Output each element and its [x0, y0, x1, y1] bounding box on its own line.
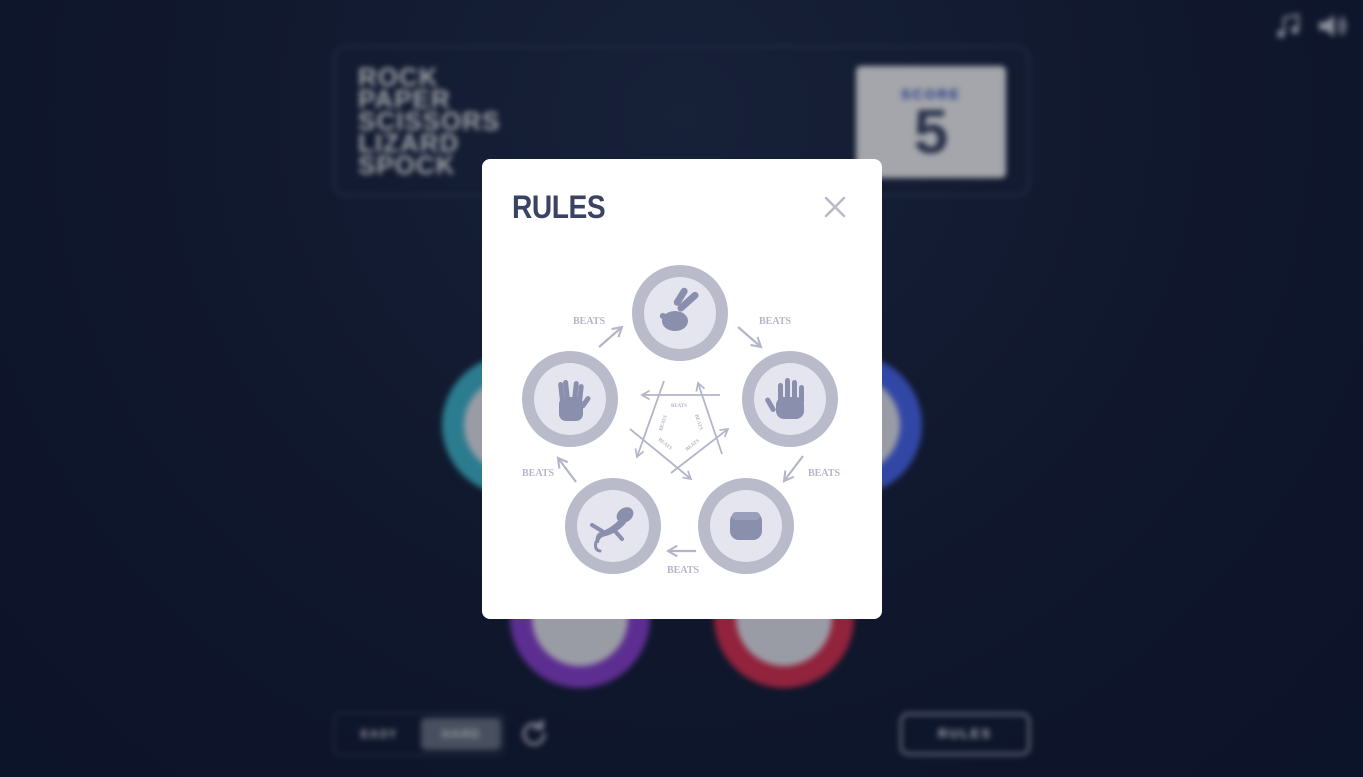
beats-label: BEATS [522, 468, 554, 479]
paper-choice [742, 351, 838, 447]
beats-label: BEATS [759, 316, 791, 327]
beats-label: BEATS [573, 316, 605, 327]
arrow-scissors-to-paper [737, 326, 763, 349]
scissors-choice [632, 265, 728, 361]
arrow-lizard-to-spock [556, 456, 577, 483]
beats-label-small: BEATS [659, 415, 669, 432]
rock-choice [698, 478, 794, 574]
beats-label-small: BEATS [693, 414, 703, 431]
rock-icon [730, 512, 762, 540]
beats-label: BEATS [808, 468, 840, 479]
lizard-choice [565, 478, 661, 574]
rules-modal: RULES BEATS BEATS BEATS BEATS BEATS BEAT… [482, 159, 882, 619]
beats-label-small: BEATS [671, 404, 687, 409]
beats-label: BEATS [667, 565, 699, 576]
rules-diagram: BEATS BEATS BEATS BEATS BEATS BEATS BEAT… [522, 265, 840, 576]
beats-label-small: BEATS [657, 438, 673, 452]
arrow-spock-to-scissors [598, 325, 624, 348]
beats-label-small: BEATS [685, 439, 701, 453]
spock-choice [522, 351, 618, 447]
arrow-paper-to-rock [782, 455, 804, 483]
star-arrow [629, 428, 693, 481]
star-arrow [670, 427, 730, 474]
